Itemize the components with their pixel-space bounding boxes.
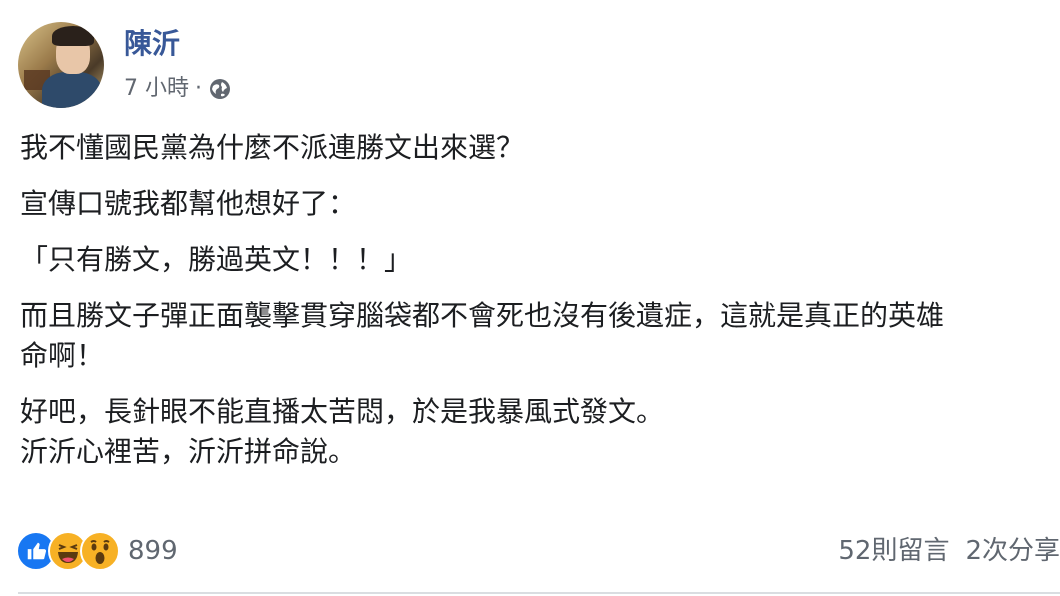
post-body: 我不懂國民黨為什麼不派連勝文出來選？ 宣傳口號我都幫他想好了： 「只有勝文，勝過… (20, 128, 1060, 472)
post-paragraph: 我不懂國民黨為什麼不派連勝文出來選？ (20, 131, 525, 164)
comments-count-link[interactable]: 52則留言 (838, 536, 949, 566)
wow-icon (80, 531, 120, 571)
post-paragraph-line: 沂沂心裡苦，沂沂拼命說。 (20, 435, 357, 468)
avatar-body (42, 72, 102, 108)
post-timestamp[interactable]: 7 小時 (124, 74, 189, 104)
post-paragraph-line: 好吧，長針眼不能直播太苦悶，於是我暴風式發文。 (20, 395, 665, 428)
post-paragraph: 「只有勝文，勝過英文！！！」 (20, 243, 413, 276)
post-meta: 7 小時 · (124, 74, 232, 104)
meta-separator: · (195, 76, 202, 101)
post-paragraph-line: 命啊！ (20, 339, 105, 372)
post-stats: 52則留言 2次分享 (838, 530, 1060, 567)
post-paragraph: 而且勝文子彈正面襲擊貫穿腦袋都不會死也沒有後遺症，這就是真正的英雄 命啊！ (20, 296, 1060, 376)
footer-divider (18, 592, 1060, 594)
post-paragraph: 好吧，長針眼不能直播太苦悶，於是我暴風式發文。 沂沂心裡苦，沂沂拼命說。 (20, 392, 1060, 472)
author-avatar[interactable] (18, 22, 104, 108)
author-name[interactable]: 陳沂 (124, 26, 180, 62)
post-paragraph-line: 而且勝文子彈正面襲擊貫穿腦袋都不會死也沒有後遺症，這就是真正的英雄 (20, 299, 945, 332)
avatar-hair (52, 26, 94, 46)
post-paragraph: 宣傳口號我都幫他想好了： (20, 187, 357, 220)
reaction-count[interactable]: 899 (128, 536, 178, 566)
reactions-summary[interactable]: 899 (16, 528, 178, 574)
facebook-post: 陳沂 7 小時 · 我不懂國民黨為什麼不派連勝文出來選？ 宣傳口號我都幫他想好了… (0, 0, 1060, 596)
globe-icon[interactable] (208, 77, 232, 101)
shares-count-link[interactable]: 2次分享 (965, 536, 1060, 566)
